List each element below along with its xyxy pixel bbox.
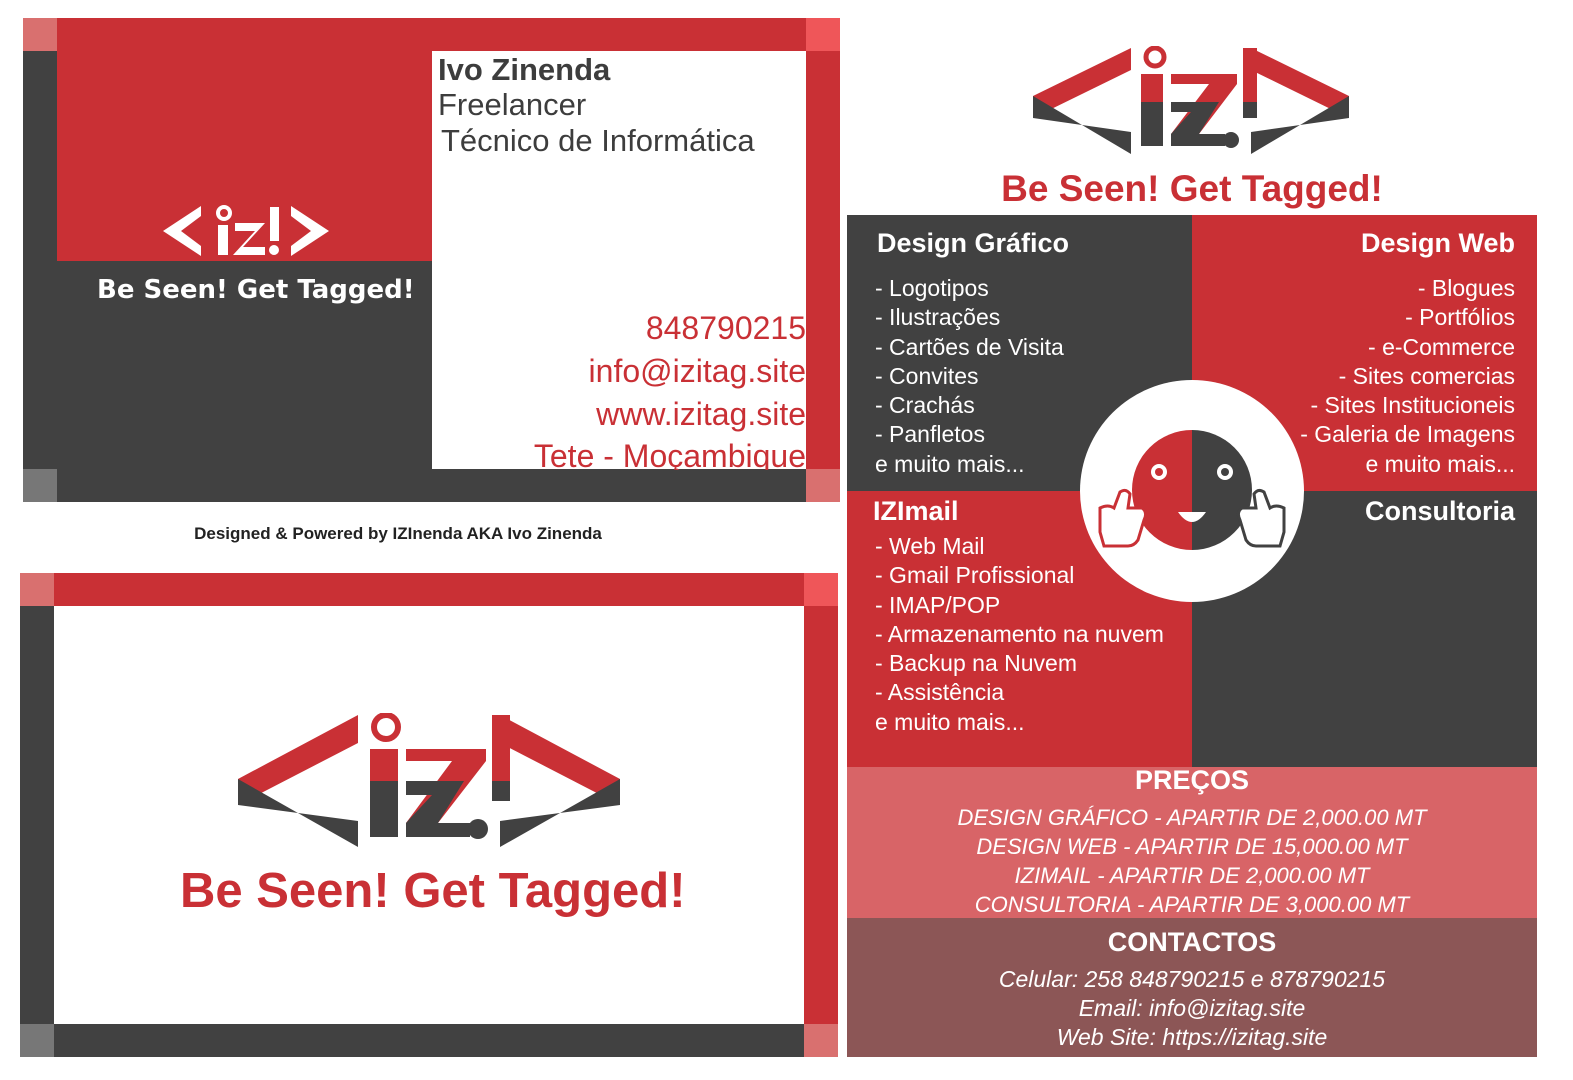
list-item: - Convites bbox=[875, 362, 979, 389]
contact-email[interactable]: Email: info@izitag.site bbox=[847, 994, 1537, 1023]
card-tagline: Be Seen! Get Tagged! bbox=[97, 275, 415, 305]
corner bbox=[23, 18, 57, 51]
frame-bottom bbox=[23, 469, 840, 502]
tagline-part1: Be Seen! bbox=[180, 864, 390, 918]
design-web-title: Design Web bbox=[1360, 228, 1515, 258]
list-item: - Logotipos bbox=[875, 275, 989, 301]
list-item: - Ilustrações bbox=[875, 304, 1001, 331]
card-website[interactable]: www.izitag.site bbox=[596, 396, 806, 433]
corner bbox=[806, 18, 840, 51]
list-item: - Crachás bbox=[875, 392, 975, 419]
iz-logo-large bbox=[238, 713, 620, 847]
corner bbox=[20, 573, 54, 606]
card-phone[interactable]: 848790215 bbox=[646, 310, 806, 347]
list-item: - Armazenamento na nuvem bbox=[875, 620, 1164, 647]
business-card-front: Be Seen! Get Tagged! Ivo Zinenda Freelan… bbox=[23, 18, 840, 502]
corner bbox=[806, 469, 840, 502]
list-item: - Sites comercias bbox=[1338, 362, 1515, 389]
list-item: - Portfólios bbox=[1405, 304, 1515, 331]
list-item: - Panfletos bbox=[875, 421, 985, 448]
corner bbox=[23, 469, 57, 502]
tagline-part2: Get Tagged! bbox=[1169, 168, 1383, 209]
consultoria-title: Consultoria bbox=[1364, 496, 1515, 526]
iz-logo bbox=[163, 205, 329, 256]
business-card-back: Be Seen! Get Tagged! bbox=[20, 573, 838, 1057]
list-item: - e-Commerce bbox=[1368, 333, 1515, 360]
tagline-part2: Get Tagged! bbox=[403, 864, 686, 918]
card-email[interactable]: info@izitag.site bbox=[589, 353, 806, 390]
tagline-part1: Be Seen! bbox=[1001, 168, 1160, 209]
design-grafico-title: Design Gráfico bbox=[877, 228, 1070, 258]
flyer: Be Seen! Get Tagged! Design Gráfico - Lo… bbox=[847, 40, 1537, 1057]
corner bbox=[20, 1024, 54, 1057]
frame-right bbox=[804, 606, 838, 1024]
list-item: - IMAP/POP bbox=[875, 591, 1001, 618]
list-item: - Blogues bbox=[1417, 275, 1515, 301]
card-location: Tete - Moçambique bbox=[533, 438, 806, 470]
frame-right bbox=[806, 51, 840, 469]
precos-title: PREÇOS bbox=[1134, 765, 1250, 795]
flyer-tagline: Be Seen! Get Tagged! bbox=[847, 168, 1537, 210]
contact-phone[interactable]: Celular: 258 848790215 e 878790215 bbox=[847, 965, 1537, 994]
list-item: e muito mais... bbox=[875, 708, 1025, 735]
card-name: Ivo Zinenda bbox=[438, 52, 611, 87]
frame-left bbox=[20, 606, 54, 1024]
back-tagline: Be Seen! Get Tagged! bbox=[180, 863, 686, 919]
frame-top bbox=[20, 573, 838, 606]
list-item: - Galeria de Imagens bbox=[1300, 421, 1515, 448]
list-item: - Sites Institucioneis bbox=[1310, 392, 1515, 419]
card-title: Técnico de Informática bbox=[441, 123, 755, 158]
credit-text: Designed & Powered by IZInenda AKA Ivo Z… bbox=[194, 524, 602, 543]
price-line: DESIGN GRÁFICO - APARTIR DE 2,000.00 MT bbox=[957, 805, 1427, 830]
mascot-icon bbox=[1098, 430, 1286, 550]
design-grafico-list: - Logotipos - Ilustrações - Cartões de V… bbox=[875, 274, 1064, 479]
izimail-title: IZImail bbox=[873, 496, 959, 526]
design-web-list: - Blogues - Portfólios - e-Commerce - Si… bbox=[1300, 274, 1515, 479]
contactos-list: Celular: 258 848790215 e 878790215 Email… bbox=[847, 965, 1537, 1052]
corner bbox=[804, 1024, 838, 1057]
contactos-title: CONTACTOS bbox=[1107, 927, 1277, 957]
card-role: Freelancer bbox=[438, 87, 587, 122]
list-item: e muito mais... bbox=[875, 450, 1025, 477]
price-line: CONSULTORIA - APARTIR DE 3,000.00 MT bbox=[974, 892, 1410, 917]
card-contacts: 848790215 info@izitag.site www.izitag.si… bbox=[432, 310, 806, 470]
corner bbox=[804, 573, 838, 606]
list-item: - Backup na Nuvem bbox=[875, 650, 1077, 677]
precos-list: DESIGN GRÁFICO - APARTIR DE 2,000.00 MT … bbox=[847, 803, 1537, 919]
frame-top bbox=[23, 18, 840, 51]
contact-website[interactable]: Web Site: https://izitag.site bbox=[847, 1023, 1537, 1052]
list-item: e muito mais... bbox=[1365, 450, 1515, 477]
list-item: - Cartões de Visita bbox=[875, 333, 1064, 360]
price-line: DESIGN WEB - APARTIR DE 15,000.00 MT bbox=[976, 834, 1408, 859]
frame-bottom bbox=[20, 1024, 838, 1057]
frame-left bbox=[23, 51, 57, 469]
price-line: IZIMAIL - APARTIR DE 2,000.00 MT bbox=[1014, 863, 1370, 888]
list-item: - Assistência bbox=[875, 679, 1005, 706]
iz-logo-flyer bbox=[1033, 46, 1349, 154]
